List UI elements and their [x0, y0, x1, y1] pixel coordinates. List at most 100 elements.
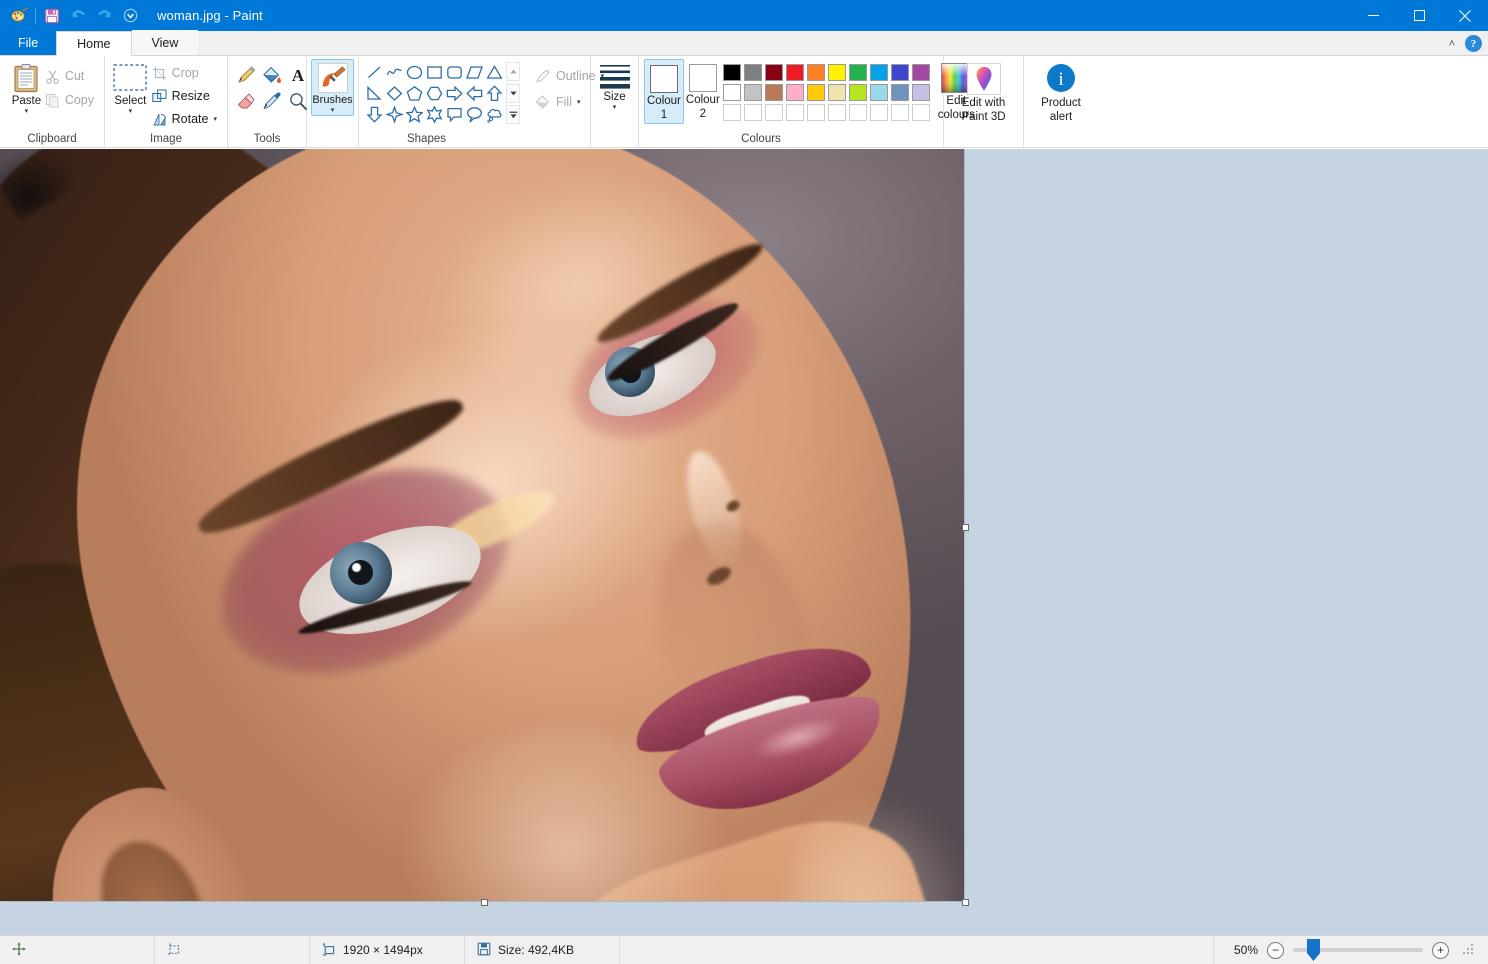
shape-down-arrow[interactable] — [364, 104, 384, 125]
shape-pentagon[interactable] — [404, 83, 424, 104]
tab-view[interactable]: View — [132, 30, 199, 55]
palette-swatch-r3-c9[interactable] — [891, 104, 909, 121]
select-button[interactable]: Select ▾ — [112, 59, 149, 115]
edit-with-paint3d-button[interactable]: Edit with Paint 3D — [949, 59, 1018, 123]
brushes-caret-icon[interactable]: ▾ — [331, 107, 335, 114]
resize-button[interactable]: Resize — [149, 85, 222, 107]
palette-swatch-r3-c4[interactable] — [786, 104, 804, 121]
crop-button[interactable]: Crop — [149, 62, 222, 84]
shape-hexagon[interactable] — [424, 83, 444, 104]
tab-home[interactable]: Home — [56, 31, 131, 56]
palette-swatch-r2-c8[interactable] — [870, 84, 888, 101]
zoom-in-button[interactable]: + — [1432, 942, 1449, 959]
maximize-button[interactable] — [1396, 0, 1442, 31]
shape-oval-callout[interactable] — [464, 104, 484, 125]
copy-button[interactable]: Copy — [42, 89, 99, 111]
shape-triangle[interactable] — [484, 62, 504, 83]
rotate-caret-icon[interactable]: ▾ — [213, 116, 217, 123]
resize-handle-bottom-centre[interactable] — [481, 899, 488, 906]
pencil-icon[interactable] — [233, 62, 259, 88]
shape-six-point-star[interactable] — [424, 104, 444, 125]
palette-swatch-r3-c6[interactable] — [828, 104, 846, 121]
save-icon[interactable] — [39, 4, 65, 28]
resize-handle-bottom-right[interactable] — [962, 899, 969, 906]
paint-app-icon[interactable] — [6, 4, 32, 28]
resize-grip-icon[interactable] — [1462, 943, 1476, 957]
size-button[interactable]: Size ▾ — [596, 59, 633, 111]
palette-swatch-r2-c9[interactable] — [891, 84, 909, 101]
fill-with-colour-icon[interactable] — [259, 62, 285, 88]
shape-parallelogram[interactable] — [464, 62, 484, 83]
undo-icon[interactable] — [65, 4, 91, 28]
palette-swatch-r1-c8[interactable] — [870, 64, 888, 81]
shape-rounded-rectangle[interactable] — [444, 62, 464, 83]
palette-swatch-r1-c1[interactable] — [723, 64, 741, 81]
palette-swatch-r2-c10[interactable] — [912, 84, 930, 101]
canvas-workspace[interactable] — [0, 149, 1488, 935]
palette-swatch-r3-c5[interactable] — [807, 104, 825, 121]
zoom-out-button[interactable]: − — [1267, 942, 1284, 959]
close-button[interactable] — [1442, 0, 1488, 31]
shape-diamond[interactable] — [384, 83, 404, 104]
palette-swatch-r2-c2[interactable] — [744, 84, 762, 101]
shapes-expand-button[interactable] — [506, 105, 520, 124]
palette-swatch-r1-c9[interactable] — [891, 64, 909, 81]
palette-swatch-r2-c6[interactable] — [828, 84, 846, 101]
select-caret-icon[interactable]: ▾ — [129, 108, 133, 115]
palette-swatch-r3-c2[interactable] — [744, 104, 762, 121]
zoom-slider-thumb[interactable] — [1307, 939, 1320, 961]
colour-1-button[interactable]: Colour 1 — [644, 59, 684, 124]
palette-swatch-r2-c4[interactable] — [786, 84, 804, 101]
shape-right-triangle[interactable] — [364, 83, 384, 104]
shape-right-arrow[interactable] — [444, 83, 464, 104]
colour-picker-icon[interactable] — [259, 88, 285, 114]
cut-button[interactable]: Cut — [42, 65, 99, 87]
zoom-slider-track[interactable] — [1293, 948, 1423, 952]
colour-2-button[interactable]: Colour 2 — [684, 59, 722, 122]
shape-curve[interactable] — [384, 62, 404, 83]
shapes-scroll-up-button[interactable] — [506, 62, 520, 81]
shape-cloud-callout[interactable] — [484, 104, 504, 125]
palette-swatch-r1-c5[interactable] — [807, 64, 825, 81]
palette-swatch-r2-c5[interactable] — [807, 84, 825, 101]
paste-button[interactable]: Paste ▾ — [11, 59, 42, 115]
minimize-button[interactable] — [1350, 0, 1396, 31]
resize-handle-middle-right[interactable] — [962, 524, 969, 531]
customize-qat-icon[interactable] — [117, 4, 143, 28]
palette-swatch-r3-c1[interactable] — [723, 104, 741, 121]
palette-swatch-r2-c7[interactable] — [849, 84, 867, 101]
palette-swatch-r1-c6[interactable] — [828, 64, 846, 81]
palette-swatch-r1-c10[interactable] — [912, 64, 930, 81]
help-icon[interactable]: ? — [1465, 35, 1482, 52]
shape-up-arrow[interactable] — [484, 83, 504, 104]
palette-swatch-r3-c8[interactable] — [870, 104, 888, 121]
brushes-button[interactable]: Brushes ▾ — [311, 59, 353, 116]
product-alert-button[interactable]: i Product alert — [1029, 59, 1093, 123]
palette-swatch-r1-c3[interactable] — [765, 64, 783, 81]
redo-icon[interactable] — [91, 4, 117, 28]
shape-left-arrow[interactable] — [464, 83, 484, 104]
shape-rectangle[interactable] — [424, 62, 444, 83]
shape-oval[interactable] — [404, 62, 424, 83]
size-caret-icon[interactable]: ▾ — [613, 104, 617, 111]
shape-five-point-star[interactable] — [404, 104, 424, 125]
palette-swatch-r1-c2[interactable] — [744, 64, 762, 81]
palette-swatch-r3-c10[interactable] — [912, 104, 930, 121]
eraser-icon[interactable] — [233, 88, 259, 114]
shapes-scroll-down-button[interactable] — [506, 84, 520, 103]
tab-file[interactable]: File — [0, 30, 56, 55]
shape-rounded-rectangular-callout[interactable] — [444, 104, 464, 125]
palette-swatch-r3-c3[interactable] — [765, 104, 783, 121]
rotate-button[interactable]: Rotate ▾ — [149, 108, 222, 130]
collapse-ribbon-icon[interactable]: ˄ — [1449, 38, 1455, 50]
palette-swatch-r1-c4[interactable] — [786, 64, 804, 81]
palette-swatch-r2-c1[interactable] — [723, 84, 741, 101]
palette-swatch-r2-c3[interactable] — [765, 84, 783, 101]
fill-caret-icon[interactable]: ▾ — [577, 99, 581, 106]
shape-line[interactable] — [364, 62, 384, 83]
image-canvas[interactable] — [0, 149, 964, 901]
shape-four-point-star[interactable] — [384, 104, 404, 125]
paste-caret-icon[interactable]: ▾ — [25, 108, 29, 115]
palette-swatch-r3-c7[interactable] — [849, 104, 867, 121]
palette-swatch-r1-c7[interactable] — [849, 64, 867, 81]
